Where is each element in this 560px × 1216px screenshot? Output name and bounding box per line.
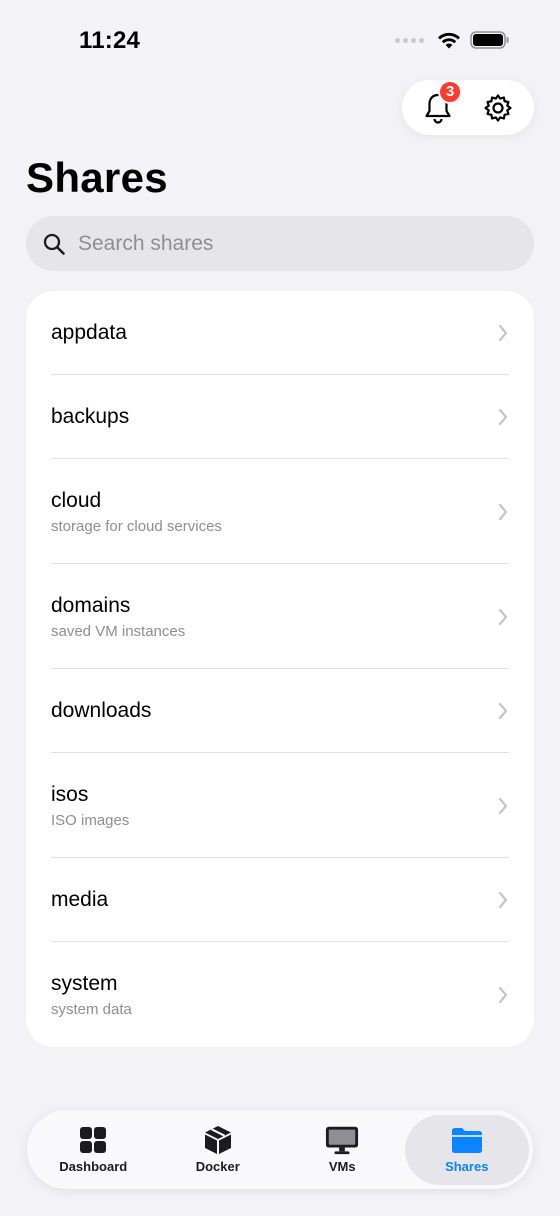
page-title: Shares — [26, 154, 168, 201]
share-list: appdata backups cloud storage for cloud ser… — [26, 291, 534, 1047]
grid-icon — [76, 1125, 110, 1155]
chevron-right-icon — [498, 324, 508, 342]
share-row-appdata[interactable]: appdata — [26, 291, 534, 375]
share-name: downloads — [51, 699, 152, 722]
status-icons — [395, 30, 510, 50]
tab-label: VMs — [328, 1159, 356, 1174]
share-description: ISO images — [51, 811, 130, 829]
share-row-media[interactable]: media — [26, 858, 534, 942]
tab-dashboard[interactable]: Dashboard — [31, 1115, 156, 1185]
share-text: cloud storage for cloud services — [51, 489, 497, 535]
share-text: isos ISO images — [51, 783, 497, 829]
gear-icon — [484, 93, 512, 122]
share-description: storage for cloud services — [51, 517, 222, 535]
share-text: appdata — [51, 321, 497, 345]
share-text: downloads — [51, 699, 497, 723]
chevron-right-icon — [498, 986, 508, 1003]
share-text: domains saved VM instances — [51, 594, 497, 640]
share-name: domains — [51, 593, 131, 617]
chevron-right-icon — [498, 891, 508, 909]
share-description: system data — [51, 1000, 132, 1018]
tab-label: Shares — [445, 1159, 489, 1174]
box-icon — [201, 1125, 235, 1155]
search-bar[interactable] — [26, 216, 534, 271]
share-name: cloud — [51, 488, 102, 512]
tab-shares[interactable]: Shares — [404, 1114, 529, 1185]
share-name: media — [51, 888, 109, 911]
share-row-domains[interactable]: domains saved VM instances — [26, 564, 534, 669]
share-text: system system data — [51, 972, 497, 1018]
share-row-downloads[interactable]: downloads — [26, 669, 534, 753]
chevron-right-icon — [498, 503, 508, 520]
tab-label: Docker — [195, 1159, 240, 1174]
notifications-button[interactable]: 3 — [416, 79, 462, 130]
status-bar: 11:24 — [0, 0, 560, 80]
chevron-right-icon — [498, 702, 508, 720]
share-name: system — [51, 971, 118, 995]
battery-icon — [470, 31, 509, 49]
cellular-signal-icon — [395, 37, 424, 43]
share-text: backups — [51, 405, 497, 429]
top-action-group: 3 — [402, 79, 534, 135]
share-row-isos[interactable]: isos ISO images — [26, 753, 534, 858]
share-name: isos — [51, 782, 89, 806]
chevron-right-icon — [498, 608, 508, 625]
share-text: media — [51, 888, 497, 912]
tab-docker[interactable]: Docker — [156, 1115, 281, 1185]
tab-label: Dashboard — [59, 1159, 128, 1174]
search-icon — [43, 233, 65, 255]
settings-button[interactable] — [476, 86, 520, 130]
monitor-icon — [325, 1125, 359, 1155]
share-name: appdata — [51, 321, 127, 344]
share-description: saved VM instances — [51, 622, 186, 640]
share-row-cloud[interactable]: cloud storage for cloud services — [26, 459, 534, 564]
chevron-right-icon — [498, 797, 508, 814]
share-row-system[interactable]: system system data — [26, 942, 534, 1047]
chevron-right-icon — [498, 408, 508, 426]
share-row-backups[interactable]: backups — [26, 375, 534, 459]
search-input[interactable] — [78, 231, 498, 256]
notification-badge: 3 — [438, 79, 462, 104]
share-name: backups — [51, 405, 130, 428]
wifi-icon — [438, 32, 460, 49]
tab-vms[interactable]: VMs — [280, 1115, 405, 1185]
tab-bar: Dashboard Docker VMs Shares — [27, 1110, 533, 1189]
status-time: 11:24 — [79, 27, 141, 54]
folder-icon — [450, 1125, 484, 1155]
